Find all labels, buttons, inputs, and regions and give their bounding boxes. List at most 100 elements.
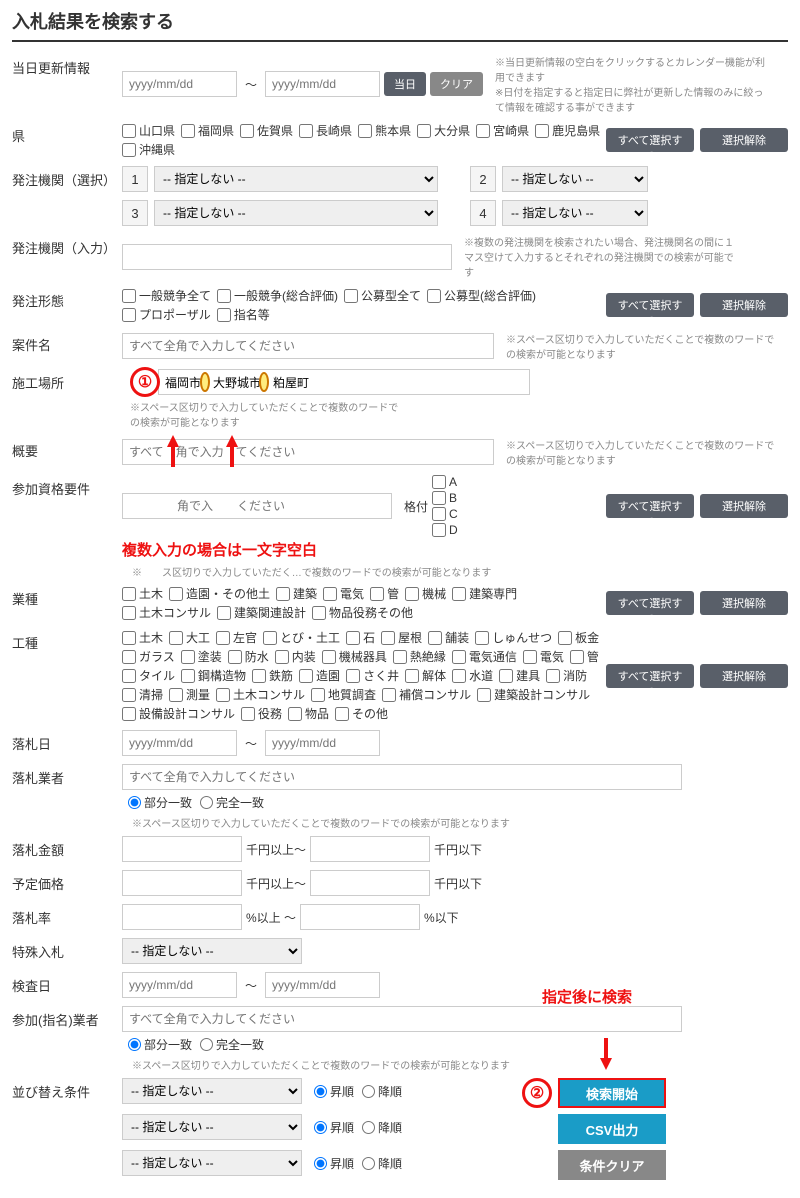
koushu-chk-21[interactable]: 造園 bbox=[299, 667, 340, 684]
form-chk-4[interactable]: プロポーザル bbox=[122, 306, 211, 323]
koushu-chk-11[interactable]: 防水 bbox=[228, 648, 269, 665]
yotei-from[interactable] bbox=[122, 870, 242, 896]
rakubiz-input[interactable] bbox=[122, 764, 682, 790]
koushu-chk-3[interactable]: とび・土工 bbox=[263, 629, 340, 646]
koushu-chk-13[interactable]: 機械器具 bbox=[322, 648, 387, 665]
koushu-chk-10[interactable]: 塗装 bbox=[181, 648, 222, 665]
org-input[interactable] bbox=[122, 244, 452, 270]
koushu-chk-14[interactable]: 熱絶縁 bbox=[393, 648, 446, 665]
koushu-chk-6[interactable]: 舗装 bbox=[428, 629, 469, 646]
koushu-chk-7[interactable]: しゅんせつ bbox=[475, 629, 552, 646]
org-select-2[interactable]: -- 指定しない -- bbox=[502, 166, 648, 192]
kensa-from[interactable] bbox=[122, 972, 237, 998]
koushu-chk-19[interactable]: 鋼構造物 bbox=[181, 667, 246, 684]
rakudate-to[interactable] bbox=[265, 730, 380, 756]
clear-button[interactable]: クリア bbox=[430, 72, 483, 96]
koushu-chk-29[interactable]: 土木コンサル bbox=[216, 686, 305, 703]
gyoshu-select-all[interactable]: すべて選択する bbox=[606, 591, 694, 615]
pref-deselect[interactable]: 選択解除 bbox=[700, 128, 788, 152]
sanka-full[interactable]: 完全一致 bbox=[200, 1036, 264, 1053]
sort3-desc[interactable]: 降順 bbox=[362, 1155, 402, 1172]
form-chk-0[interactable]: 一般競争全て bbox=[122, 287, 211, 304]
pref-chk-6[interactable]: 宮崎県 bbox=[476, 122, 529, 139]
org-select-1[interactable]: -- 指定しない -- bbox=[154, 166, 438, 192]
koushu-chk-18[interactable]: タイル bbox=[122, 667, 175, 684]
koushu-chk-2[interactable]: 左官 bbox=[216, 629, 257, 646]
sort-select-1[interactable]: -- 指定しない -- bbox=[122, 1078, 302, 1104]
qual-input[interactable] bbox=[122, 493, 392, 519]
koushu-chk-30[interactable]: 地質調査 bbox=[311, 686, 376, 703]
koushu-chk-34[interactable]: 役務 bbox=[241, 705, 282, 722]
csv-button[interactable]: CSV出力 bbox=[558, 1114, 666, 1144]
sanka-partial[interactable]: 部分一致 bbox=[128, 1036, 192, 1053]
koushu-chk-9[interactable]: ガラス bbox=[122, 648, 175, 665]
koushu-chk-31[interactable]: 補償コンサル bbox=[382, 686, 471, 703]
koushu-chk-28[interactable]: 測量 bbox=[169, 686, 210, 703]
grade-chk-0[interactable]: A bbox=[432, 475, 457, 489]
koushu-select-all[interactable]: すべて選択する bbox=[606, 664, 694, 688]
org-select-4[interactable]: -- 指定しない -- bbox=[502, 200, 648, 226]
koushu-chk-32[interactable]: 建築設計コンサル bbox=[477, 686, 590, 703]
gyoshu-chk-7[interactable]: 土木コンサル bbox=[122, 604, 211, 621]
form-chk-5[interactable]: 指名等 bbox=[217, 306, 270, 323]
sort1-asc[interactable]: 昇順 bbox=[314, 1083, 354, 1100]
koushu-chk-17[interactable]: 管 bbox=[570, 648, 599, 665]
sort-select-3[interactable]: -- 指定しない -- bbox=[122, 1150, 302, 1176]
gyoshu-chk-9[interactable]: 物品役務その他 bbox=[312, 604, 413, 621]
rakurate-to[interactable] bbox=[300, 904, 420, 930]
koushu-deselect[interactable]: 選択解除 bbox=[700, 664, 788, 688]
grade-chk-3[interactable]: D bbox=[432, 523, 458, 537]
org-select-3[interactable]: -- 指定しない -- bbox=[154, 200, 438, 226]
gyoshu-chk-5[interactable]: 機械 bbox=[405, 585, 446, 602]
koushu-chk-23[interactable]: 解体 bbox=[405, 667, 446, 684]
koushu-chk-0[interactable]: 土木 bbox=[122, 629, 163, 646]
update-date-to[interactable] bbox=[265, 71, 380, 97]
rakuamt-from[interactable] bbox=[122, 836, 242, 862]
pref-chk-4[interactable]: 熊本県 bbox=[358, 122, 411, 139]
gyoshu-chk-3[interactable]: 電気 bbox=[323, 585, 364, 602]
pref-select-all[interactable]: すべて選択する bbox=[606, 128, 694, 152]
kensa-to[interactable] bbox=[265, 972, 380, 998]
form-chk-3[interactable]: 公募型(総合評価) bbox=[427, 287, 536, 304]
koushu-chk-20[interactable]: 鉄筋 bbox=[252, 667, 293, 684]
koushu-chk-8[interactable]: 板金 bbox=[558, 629, 599, 646]
koushu-chk-12[interactable]: 内装 bbox=[275, 648, 316, 665]
form-chk-1[interactable]: 一般競争(総合評価) bbox=[217, 287, 338, 304]
form-select-all[interactable]: すべて選択する bbox=[606, 293, 694, 317]
sort3-asc[interactable]: 昇順 bbox=[314, 1155, 354, 1172]
gyoshu-chk-8[interactable]: 建築関連設計 bbox=[217, 604, 306, 621]
grade-chk-1[interactable]: B bbox=[432, 491, 457, 505]
grade-chk-2[interactable]: C bbox=[432, 507, 458, 521]
koushu-chk-35[interactable]: 物品 bbox=[288, 705, 329, 722]
koushu-chk-16[interactable]: 電気 bbox=[523, 648, 564, 665]
search-button[interactable]: 検索開始 bbox=[558, 1078, 666, 1108]
pref-chk-8[interactable]: 沖縄県 bbox=[122, 141, 175, 158]
pref-chk-5[interactable]: 大分県 bbox=[417, 122, 470, 139]
koushu-chk-33[interactable]: 設備設計コンサル bbox=[122, 705, 235, 722]
yotei-to[interactable] bbox=[310, 870, 430, 896]
gyoshu-chk-0[interactable]: 土木 bbox=[122, 585, 163, 602]
gyoshu-deselect[interactable]: 選択解除 bbox=[700, 591, 788, 615]
qual-select-all[interactable]: すべて選択する bbox=[606, 494, 694, 518]
today-button[interactable]: 当日 bbox=[384, 72, 426, 96]
rakuamt-to[interactable] bbox=[310, 836, 430, 862]
form-deselect[interactable]: 選択解除 bbox=[700, 293, 788, 317]
pref-chk-1[interactable]: 福岡県 bbox=[181, 122, 234, 139]
gyoshu-chk-1[interactable]: 造園・その他土 bbox=[169, 585, 270, 602]
koushu-chk-36[interactable]: その他 bbox=[335, 705, 388, 722]
pref-chk-7[interactable]: 鹿児島県 bbox=[535, 122, 600, 139]
koushu-chk-25[interactable]: 建具 bbox=[499, 667, 540, 684]
special-select[interactable]: -- 指定しない -- bbox=[122, 938, 302, 964]
form-chk-2[interactable]: 公募型全て bbox=[344, 287, 421, 304]
gyoshu-chk-2[interactable]: 建築 bbox=[276, 585, 317, 602]
rakubiz-full[interactable]: 完全一致 bbox=[200, 794, 264, 811]
sort2-asc[interactable]: 昇順 bbox=[314, 1119, 354, 1136]
place-input[interactable] bbox=[158, 369, 530, 395]
koushu-chk-26[interactable]: 消防 bbox=[546, 667, 587, 684]
gyoshu-chk-6[interactable]: 建築専門 bbox=[452, 585, 517, 602]
pref-chk-3[interactable]: 長崎県 bbox=[299, 122, 352, 139]
condclear-button[interactable]: 条件クリア bbox=[558, 1150, 666, 1180]
rakudate-from[interactable] bbox=[122, 730, 237, 756]
koushu-chk-5[interactable]: 屋根 bbox=[381, 629, 422, 646]
koushu-chk-27[interactable]: 清掃 bbox=[122, 686, 163, 703]
